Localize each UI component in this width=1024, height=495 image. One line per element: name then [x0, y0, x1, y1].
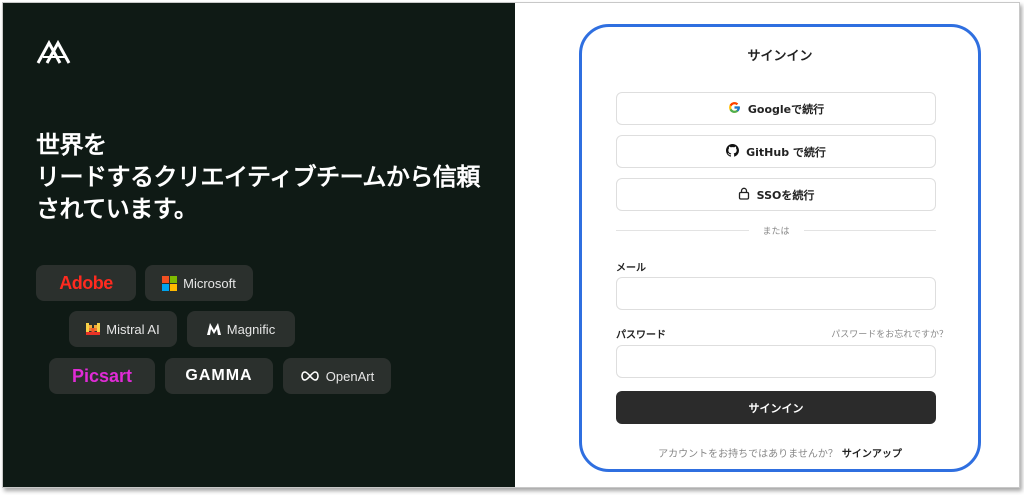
signin-card: サインイン Googleで続行 GitHub で続行 SSOを続行 または メー…	[579, 24, 981, 472]
sso-signin-label: SSOを続行	[756, 188, 815, 202]
signup-link[interactable]: サインアップ	[842, 449, 902, 460]
signin-submit-button[interactable]: サインイン	[616, 391, 936, 424]
logo-adobe: Adobe	[36, 265, 136, 301]
window-frame: 世界を リードするクリエイティブチームから信頼 されています。 Adobe Mi…	[2, 2, 1020, 488]
microsoft-icon	[162, 275, 178, 291]
logo-openart-text: OpenArt	[325, 368, 375, 384]
password-label: パスワード	[616, 330, 666, 341]
signin-submit-label: サインイン	[748, 401, 804, 415]
hero-headline: 世界を リードするクリエイティブチームから信頼 されています。	[36, 129, 496, 225]
github-signin-button[interactable]: GitHub で続行	[616, 135, 936, 168]
logo-gamma-text: GAMMA	[185, 367, 253, 384]
google-icon	[728, 101, 741, 117]
logo-microsoft-text: Microsoft	[183, 275, 236, 291]
google-signin-button[interactable]: Googleで続行	[616, 92, 936, 125]
no-account-text: アカウントをお持ちではありませんか？	[658, 449, 838, 460]
divider-line-left	[616, 229, 749, 231]
logo-openart: OpenArt	[283, 358, 391, 394]
github-signin-label: GitHub で続行	[746, 145, 826, 159]
logo-mistral-text: Mistral AI	[106, 321, 160, 337]
brand-logo-icon[interactable]	[35, 37, 75, 67]
signin-title: サインイン	[747, 49, 813, 64]
logo-microsoft: Microsoft	[145, 265, 253, 301]
hero-line-1: 世界を	[36, 131, 107, 159]
brand-panel: 世界を リードするクリエイティブチームから信頼 されています。 Adobe Mi…	[3, 3, 515, 487]
sso-signin-button[interactable]: SSOを続行	[616, 178, 936, 211]
google-signin-label: Googleで続行	[747, 102, 825, 116]
logo-mistral: Mistral AI	[69, 311, 177, 347]
mistral-icon	[86, 323, 101, 335]
signin-panel: サインイン Googleで続行 GitHub で続行 SSOを続行 または メー…	[515, 3, 1019, 487]
github-icon	[726, 143, 740, 160]
or-divider: または	[616, 223, 937, 237]
hero-line-3: されています。	[36, 195, 198, 223]
hero-line-2: リードするクリエイティブチームから信頼	[36, 163, 480, 191]
email-field[interactable]	[616, 277, 936, 310]
logo-adobe-text: Adobe	[59, 272, 113, 293]
password-field[interactable]	[616, 345, 936, 378]
lock-icon	[738, 187, 750, 203]
magnific-icon	[206, 323, 221, 335]
logo-magnific-text: Magnific	[226, 321, 276, 337]
logo-picsart: Picsart	[49, 358, 155, 394]
divider-line-right	[803, 229, 937, 231]
email-label: メール	[616, 263, 646, 274]
infinity-icon	[300, 371, 320, 381]
logo-gamma: GAMMA	[165, 358, 273, 394]
logo-magnific: Magnific	[187, 311, 295, 347]
signup-row: アカウントをお持ちではありませんか？ サインアップ	[582, 445, 978, 460]
forgot-password-link[interactable]: パスワードをお忘れですか？	[831, 327, 948, 340]
logo-picsart-text: Picsart	[71, 365, 133, 386]
divider-text: または	[762, 226, 790, 237]
